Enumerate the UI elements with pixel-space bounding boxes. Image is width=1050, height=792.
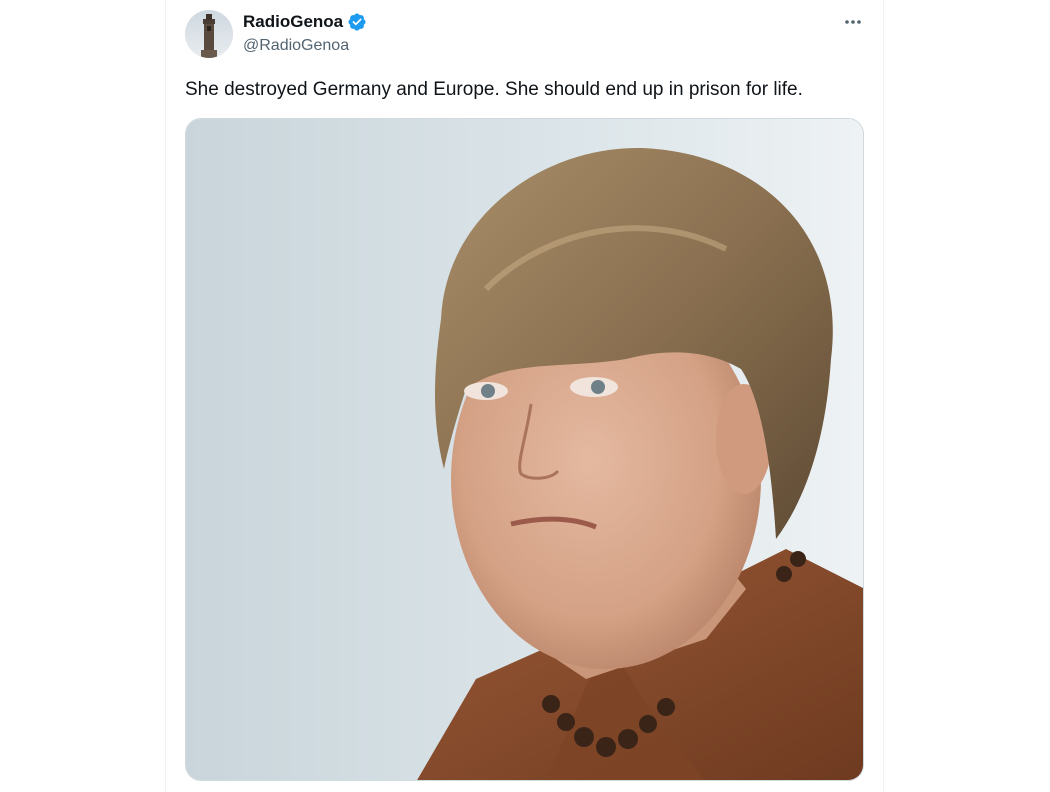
display-name[interactable]: RadioGenoa [243,12,343,32]
handle[interactable]: @RadioGenoa [243,37,367,55]
verified-badge-icon [347,12,367,32]
tweet-photo[interactable] [185,118,864,781]
author-block: RadioGenoa @RadioGenoa [243,11,367,55]
portrait-photo [186,119,863,780]
tweet-text: She destroyed Germany and Europe. She sh… [185,79,803,100]
avatar-tower-icon [185,10,233,58]
ellipsis-icon [845,20,861,24]
avatar[interactable] [185,10,233,58]
more-options-button[interactable] [838,10,868,34]
page: RadioGenoa @RadioGenoa She destroyed Ger… [0,0,1050,792]
display-name-row: RadioGenoa [243,11,367,33]
